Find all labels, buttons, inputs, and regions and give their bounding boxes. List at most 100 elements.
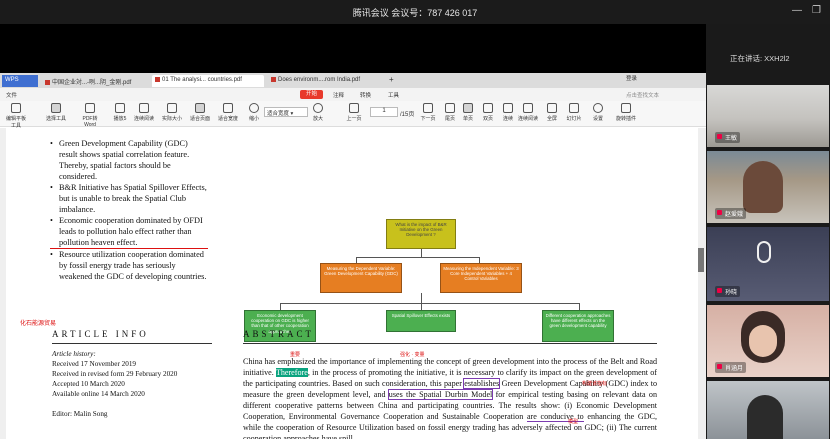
tool-label: 连续 <box>502 116 513 122</box>
decor-shape <box>757 241 771 263</box>
tool-label: 连续阅读 <box>133 116 154 122</box>
tab-doc-1[interactable]: 中国企业対...-咧...阴_金刚.pdf <box>42 75 142 87</box>
tab-label: Does environm....rom India.pdf <box>278 77 361 83</box>
participant-video-2[interactable]: 赵爱娥 <box>707 151 829 223</box>
tool-label: 幻灯片 <box>566 116 582 122</box>
connector <box>579 303 580 310</box>
menu-convert[interactable]: 转换 <box>360 91 371 99</box>
tool-label: 连续阅读 <box>517 116 538 122</box>
divider <box>243 343 657 344</box>
tool-label: 旋转插件 <box>615 116 636 122</box>
tool-label: 双页 <box>482 116 493 122</box>
vertical-scrollbar[interactable] <box>698 128 706 439</box>
minimize-icon[interactable]: — <box>792 5 802 16</box>
tool-zoom-out[interactable]: 缩小 <box>242 103 266 122</box>
tool-rotate[interactable]: 旋转插件 <box>614 103 638 122</box>
read-icon <box>139 103 149 113</box>
tool-zoom-in[interactable]: 放大 <box>306 103 330 122</box>
tab-doc-2[interactable]: 01 The analysi... countries.pdf <box>152 75 264 87</box>
continuous-icon <box>503 103 513 113</box>
history-label-text: Article history: <box>52 350 96 358</box>
search-box[interactable]: 点击查找文本 <box>626 91 659 99</box>
screen: 腾讯会议 会议号：787 426 017 — ❐ WPS 中国企业対...-咧.… <box>0 0 830 439</box>
shared-screen-padding <box>0 24 706 73</box>
tool-prev-page[interactable]: 上一页 <box>342 103 366 122</box>
participant-video-5[interactable] <box>707 381 829 439</box>
highlights-list: Green Development Capability (GDC) resul… <box>50 138 208 282</box>
tool-fit-page[interactable]: 适合页面 <box>188 103 212 122</box>
pdf-page[interactable]: Green Development Capability (GDC) resul… <box>0 128 706 439</box>
abstract-heading: ABSTRACT <box>243 329 315 339</box>
pdf-word-icon <box>85 103 95 113</box>
tool-label: 缩小 <box>248 116 259 122</box>
boxed-phrase: uses the Spatial Durbin Model <box>387 389 494 400</box>
speaking-indicator: 正在讲话: XXH2l2 <box>730 54 790 63</box>
menu-login[interactable]: 登录 <box>626 74 637 82</box>
tool-settings[interactable]: 设置 <box>586 103 610 122</box>
diagram-finding-3: Different cooperation approaches have di… <box>542 310 614 342</box>
tool-label: 设置 <box>592 116 603 122</box>
history-label: Article history: <box>52 349 212 359</box>
menu-tools[interactable]: 工具 <box>388 91 399 99</box>
zoom-in-icon <box>313 103 323 113</box>
tool-actual-size[interactable]: 实际大小 <box>160 103 184 122</box>
zoom-out-icon <box>249 103 259 113</box>
rotate-icon <box>621 103 631 113</box>
tool-next-page[interactable]: 下一页 <box>416 103 440 122</box>
meeting-title: 腾讯会议 会议号：787 426 017 <box>352 8 478 18</box>
connector <box>280 303 281 310</box>
double-page-icon <box>483 103 493 113</box>
tool-continuous-read[interactable]: 连续阅读 <box>516 103 540 122</box>
diagram-independent-node: Measuring the Independent Variable: 3 Co… <box>440 263 522 293</box>
diagram-root-node: What is the impact of B&R Initiative on … <box>386 219 456 249</box>
tool-label: 播放5 <box>113 116 127 122</box>
participant-name: 赵爱娥 <box>715 208 747 219</box>
connector <box>421 249 422 257</box>
tool-fullscreen[interactable]: 全屏 <box>540 103 564 122</box>
menu-file[interactable]: 文件 <box>6 91 17 99</box>
annotation-note: 构建该指标 <box>582 381 608 387</box>
meeting-title-bar: 腾讯会议 会议号：787 426 017 — ❐ <box>0 0 830 24</box>
tool-label: 单页 <box>462 116 473 122</box>
next-page-icon <box>423 103 433 113</box>
tab-doc-3[interactable]: Does environm....rom India.pdf <box>268 75 380 87</box>
participant-video-3[interactable]: 孙晓 <box>707 227 829 301</box>
menu-annotate[interactable]: 注释 <box>333 91 344 99</box>
tool-continuous[interactable]: 连续阅读 <box>132 103 156 122</box>
abstract-text: China has emphasized the importance of i… <box>243 356 657 439</box>
participant-video-1[interactable]: 王敏 <box>707 85 829 147</box>
page-number-input[interactable]: 1 <box>370 107 398 117</box>
tool-label: 选择工具 <box>45 116 66 122</box>
participant-name: 肖涵月 <box>715 362 747 373</box>
zoom-select[interactable]: 适合宽度 ▾ <box>264 107 308 117</box>
tool-label: 实际大小 <box>161 116 182 122</box>
tool-play[interactable]: 播放5 <box>108 103 132 122</box>
page-total: /15页 <box>400 112 415 118</box>
tool-fit-width[interactable]: 适合宽度 <box>216 103 240 122</box>
connector <box>421 293 422 303</box>
received-date: Received 17 November 2019 <box>52 360 137 368</box>
fit-page-icon <box>195 103 205 113</box>
prev-page-icon <box>349 103 359 113</box>
tool-select[interactable]: 选择工具 <box>44 103 68 122</box>
tool-pdf-word[interactable]: PDF转Word <box>78 103 102 128</box>
side-panel-toggle[interactable] <box>698 248 704 272</box>
connector <box>421 303 422 310</box>
tool-slideshow[interactable]: 幻灯片 <box>562 103 586 122</box>
last-page-icon <box>445 103 455 113</box>
tab-wps-home[interactable]: WPS <box>2 75 38 87</box>
shared-screen-wps: WPS 中国企业対...-咧...阴_金刚.pdf 01 The analysi… <box>0 73 706 439</box>
highlight-item: Green Development Capability (GDC) resul… <box>50 138 208 182</box>
pdf-icon <box>45 80 50 85</box>
highlighted-word: Therefore <box>275 368 308 377</box>
menu-start[interactable]: 开始 <box>300 90 324 99</box>
edit-icon <box>11 103 21 113</box>
restore-icon[interactable]: ❐ <box>812 5 821 16</box>
toolbar: 编辑平板工具 选择工具 PDF转Word 播放5 连续阅读 实际大小 适合页面 … <box>0 101 706 129</box>
menu-bar: 文件 开始 注释 转换 工具 点击查找文本 登录 <box>0 76 706 101</box>
participant-video-4[interactable]: 肖涵月 <box>707 305 829 377</box>
fit-width-icon <box>223 103 233 113</box>
fullscreen-icon <box>547 103 557 113</box>
new-tab-icon[interactable]: + <box>386 73 396 85</box>
tool-edit[interactable]: 编辑平板工具 <box>4 103 28 129</box>
